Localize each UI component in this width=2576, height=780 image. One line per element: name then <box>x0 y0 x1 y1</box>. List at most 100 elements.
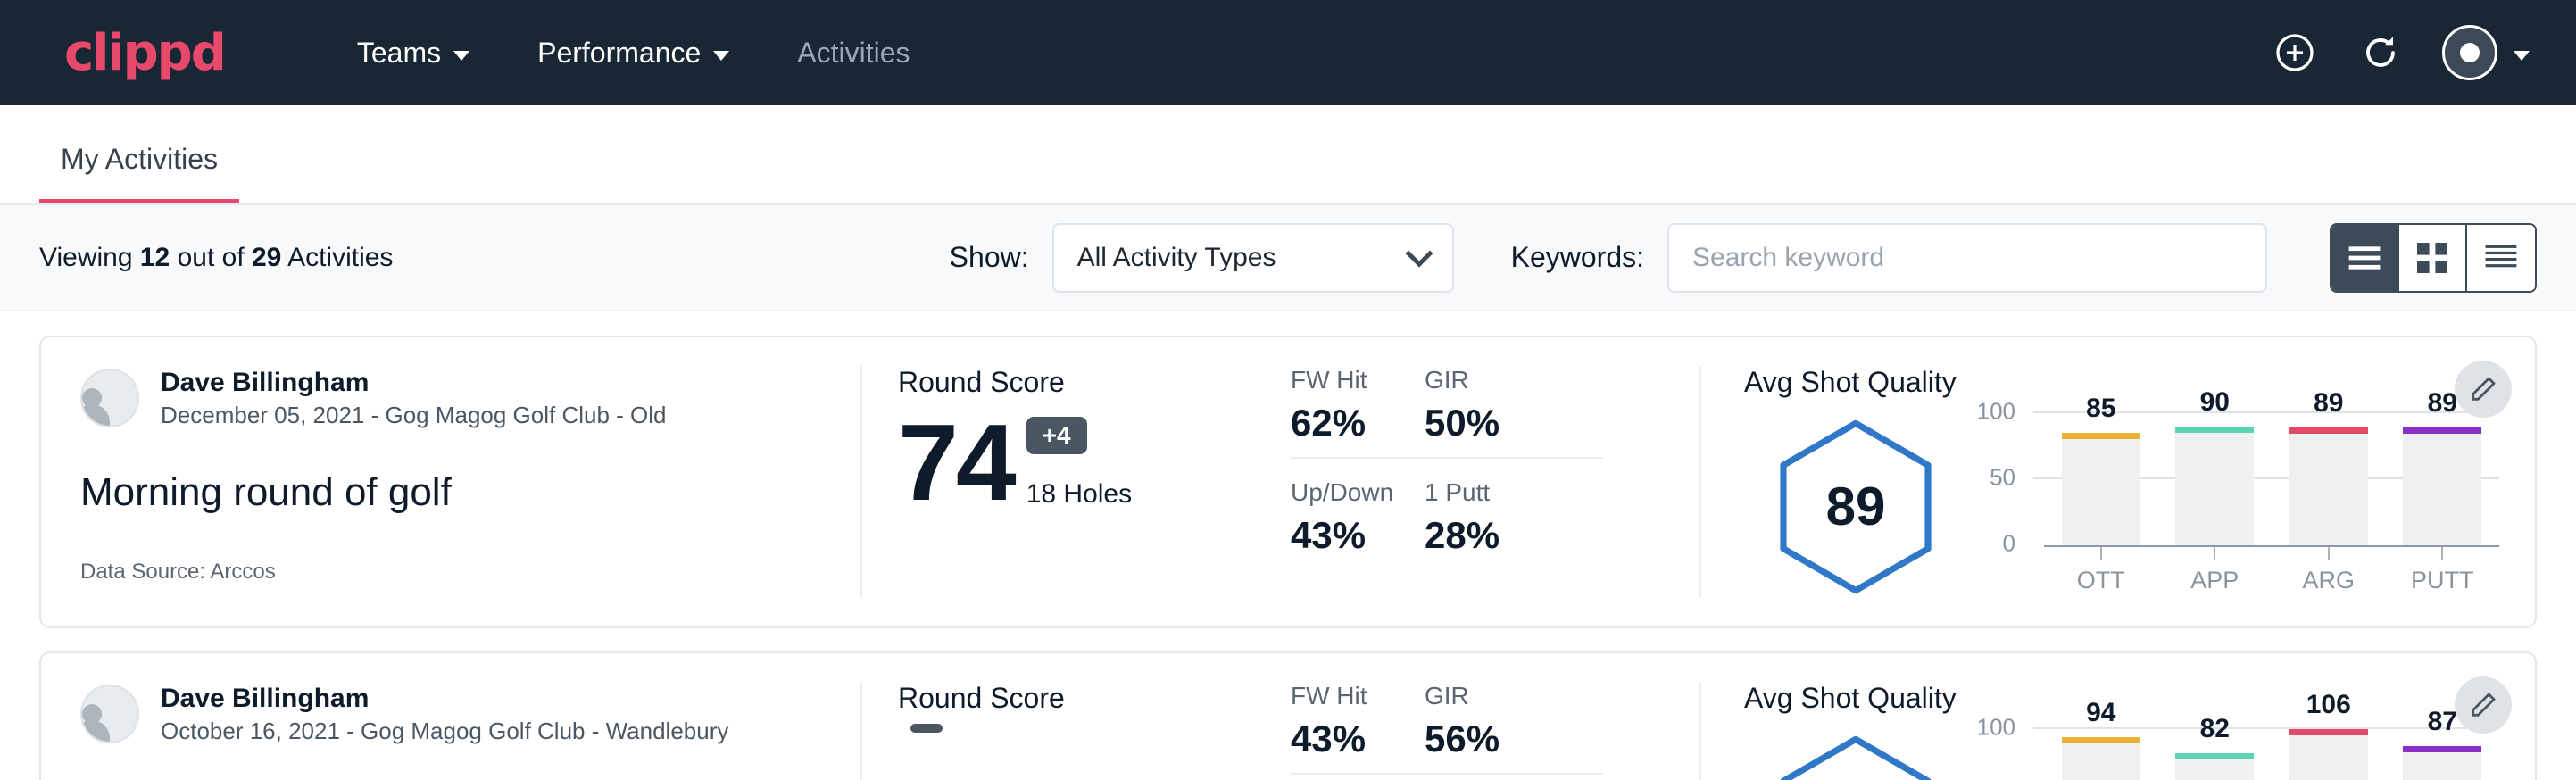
chart-x-tick: APP <box>2158 547 2273 594</box>
shot-quality-hexagon <box>1744 729 1967 780</box>
keywords-label: Keywords: <box>1511 241 1644 274</box>
filter-toolbar: Viewing 12 out of 29 Activities Show: Al… <box>0 205 2576 311</box>
top-navbar: clippd Teams Performance Activities <box>0 0 2576 105</box>
chart-bar-slot: 90 <box>2158 413 2273 545</box>
search-input[interactable] <box>1667 223 2267 293</box>
tab-my-activities[interactable]: My Activities <box>39 143 239 203</box>
chart-bar <box>2289 427 2368 545</box>
shot-quality-chart: 05010085908989 OTTAPPARGPUTT <box>1967 413 2499 592</box>
activity-type-select[interactable]: All Activity Types <box>1052 223 1454 293</box>
round-score-section: Round Score 74 +4 18 Holes <box>862 366 1255 598</box>
chevron-down-icon <box>713 51 729 61</box>
stat-up-down: Up/Down 43% <box>1291 478 1425 569</box>
activity-card[interactable]: Dave Billingham December 05, 2021 - Gog … <box>39 336 2537 628</box>
chevron-down-icon <box>453 51 469 61</box>
chart-bar-value: 87 <box>2428 707 2457 737</box>
chart-y-tick: 50 <box>1990 464 2015 492</box>
viewing-summary: Viewing 12 out of 29 Activities <box>39 243 393 273</box>
stats-section: FW Hit 62% GIR 50% Up/Down 43% 1 Putt 28… <box>1255 366 1701 598</box>
round-score-section: Round Score <box>862 682 1255 780</box>
view-toggle-grid[interactable] <box>2399 225 2467 291</box>
shot-quality-label: Avg Shot Quality <box>1744 682 2499 715</box>
chart-x-tick-label: APP <box>2190 567 2239 594</box>
chart-x-tick-mark <box>2100 547 2102 560</box>
nav-item-performance[interactable]: Performance <box>503 37 763 70</box>
viewing-total: 29 <box>252 243 281 272</box>
activity-card[interactable]: Dave Billingham October 16, 2021 - Gog M… <box>39 651 2537 780</box>
show-label: Show: <box>950 241 1029 274</box>
stat-fw-hit: FW Hit 62% <box>1291 366 1425 459</box>
holes-label: 18 Holes <box>1026 479 1132 510</box>
activity-info: Dave Billingham December 05, 2021 - Gog … <box>41 366 862 598</box>
chart-bar-cap <box>2289 427 2368 434</box>
shot-quality-chart: 050100948210687 OTTAPPARGPUTT <box>1967 729 2499 780</box>
activity-meta: October 16, 2021 - Gog Magog Golf Club -… <box>161 716 728 747</box>
chart-bar-value: 89 <box>2428 388 2457 419</box>
stat-gir: GIR 50% <box>1425 366 1603 459</box>
activity-meta: December 05, 2021 - Gog Magog Golf Club … <box>161 400 667 431</box>
activity-info: Dave Billingham October 16, 2021 - Gog M… <box>41 682 862 780</box>
nav-item-label: Activities <box>797 37 910 70</box>
chart-bar-cap <box>2062 433 2140 439</box>
view-mode-toggle <box>2330 223 2537 293</box>
chart-y-tick: 0 <box>2003 530 2015 558</box>
person-name: Dave Billingham <box>161 366 667 400</box>
chart-bar-value: 82 <box>2200 714 2230 744</box>
stat-value: 62% <box>1291 402 1425 444</box>
chart-x-tick: ARG <box>2272 547 2386 594</box>
primary-nav: Teams Performance Activities <box>323 37 944 70</box>
chart-bar-slot: 89 <box>2386 413 2500 545</box>
chart-bar-value: 90 <box>2200 387 2230 418</box>
chart-bar <box>2289 729 2368 780</box>
avatar <box>2460 43 2480 62</box>
edit-activity-button[interactable] <box>2455 676 2512 734</box>
viewing-suffix: Activities <box>287 243 393 272</box>
add-icon[interactable] <box>2271 29 2319 77</box>
stat-label: FW Hit <box>1291 682 1425 710</box>
chart-bar-cap <box>2175 753 2254 759</box>
avatar <box>80 369 139 427</box>
edit-activity-button[interactable] <box>2455 361 2512 418</box>
chart-bar <box>2175 753 2254 780</box>
chart-bar-cap <box>2403 427 2481 434</box>
stat-label: GIR <box>1425 682 1603 710</box>
nav-item-label: Performance <box>537 37 701 70</box>
chart-bar-value: 94 <box>2086 698 2115 728</box>
chart-bar <box>2062 737 2140 780</box>
account-icon[interactable] <box>2442 25 2497 80</box>
stat-value: 43% <box>1291 718 1425 760</box>
chart-bar <box>2175 427 2254 545</box>
chart-bar-value: 85 <box>2086 394 2115 424</box>
activity-data-source: Data Source: Arccos <box>80 560 825 585</box>
brand-logo[interactable]: clippd <box>64 24 225 82</box>
chart-bar-cap <box>2062 737 2140 743</box>
score-delta-badge <box>910 724 943 733</box>
shot-quality-section: Avg Shot Quality 050100948210687 OTTAPPA… <box>1701 682 2535 780</box>
chart-bar <box>2062 433 2140 545</box>
nav-item-activities[interactable]: Activities <box>763 37 943 70</box>
chart-y-tick: 100 <box>1977 398 2015 426</box>
chart-x-tick: OTT <box>2044 547 2158 594</box>
chart-bar-slot: 106 <box>2272 729 2386 780</box>
chart-bar-cap <box>2403 746 2481 752</box>
viewing-prefix: Viewing <box>39 243 133 272</box>
chevron-down-icon[interactable] <box>2514 51 2530 61</box>
chart-bar-cap <box>2175 427 2254 433</box>
nav-item-label: Teams <box>357 37 441 70</box>
stat-value: 28% <box>1425 514 1603 557</box>
stat-value: 43% <box>1291 514 1425 557</box>
stat-fw-hit: FW Hit 43% <box>1291 682 1425 775</box>
view-toggle-list[interactable] <box>2331 225 2399 291</box>
stat-one-putt: 1 Putt 28% <box>1425 478 1603 569</box>
round-score-label: Round Score <box>898 366 1219 399</box>
refresh-icon[interactable] <box>2356 29 2405 77</box>
chart-bar-slot: 82 <box>2158 729 2273 780</box>
activity-person: Dave Billingham October 16, 2021 - Gog M… <box>80 682 825 747</box>
view-toggle-compact[interactable] <box>2467 225 2535 291</box>
shot-quality-section: Avg Shot Quality 89 05010085908989 OTTAP… <box>1701 366 2535 598</box>
chart-bar-slot: 85 <box>2044 413 2158 545</box>
shot-quality-label: Avg Shot Quality <box>1744 366 2499 399</box>
toolbar-controls: Show: All Activity Types Keywords: <box>950 223 2537 293</box>
nav-item-teams[interactable]: Teams <box>323 37 503 70</box>
chart-bar-slot: 94 <box>2044 729 2158 780</box>
